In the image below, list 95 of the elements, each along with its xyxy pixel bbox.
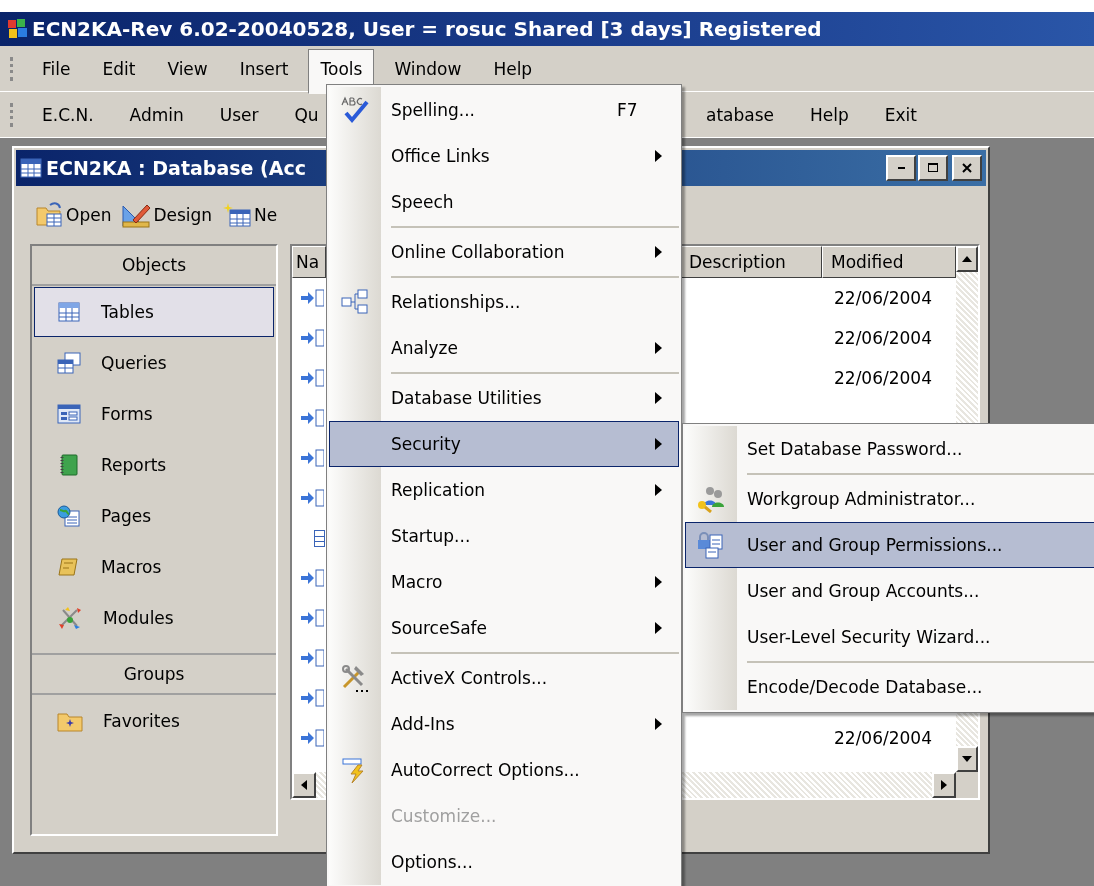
table-cell: 22/06/2004 [834,288,932,308]
toolbar-button[interactable]: E.C.N. [30,96,106,133]
relationships-icon [341,289,369,315]
scrollbar-corner [956,772,978,798]
menu-item[interactable]: Security [329,421,679,467]
menu-item[interactable]: User-Level Security Wizard... [685,614,1094,660]
down-caret-icon [962,756,972,762]
up-caret-icon [962,256,972,262]
key-people-icon [696,485,726,513]
table-cell: 22/06/2004 [834,728,932,748]
toolbar-button[interactable]: Exit [872,96,929,133]
linked-table-icon [300,488,324,508]
scroll-right-button[interactable] [932,772,956,798]
linked-table-icon [300,728,324,748]
menu-item[interactable]: SourceSafe [329,605,679,651]
column-header[interactable]: Modified [822,246,956,278]
hammer-wrench-icon [340,663,370,693]
group-item[interactable]: Favorites [34,696,274,746]
menu-item[interactable]: User and Group Accounts... [685,568,1094,614]
toolbar-button[interactable]: User [207,96,271,133]
right-caret-icon [941,780,947,790]
menu-item[interactable]: Macro [329,559,679,605]
object-type-item[interactable]: Macros [34,542,274,592]
form-icon [57,403,81,425]
column-header[interactable]: Na [292,246,326,278]
section-header: Groups [32,653,276,695]
menu-bar-item[interactable]: Edit [90,48,148,89]
toolbar-button[interactable]: Open [34,198,114,232]
menu-item[interactable]: Relationships... [329,279,679,325]
minimize-button[interactable] [886,155,916,181]
globe-page-icon [57,505,81,527]
app-icon [6,17,30,41]
close-button[interactable] [952,155,982,181]
menu-item[interactable]: Startup... [329,513,679,559]
lock-documents-icon [696,531,726,559]
maximize-icon [927,162,939,174]
object-type-item[interactable]: Tables [34,287,274,337]
table-cell: 22/06/2004 [834,368,932,388]
minimize-icon [897,167,905,169]
menu-item[interactable]: Add-Ins [329,701,679,747]
linked-table-icon [300,648,324,668]
linked-table-icon [300,688,324,708]
toolbar-button[interactable]: Ne [220,198,280,232]
menu-item[interactable]: ActiveX Controls... [329,655,679,701]
shortcut-label: F7 [617,100,638,120]
linked-table-icon [300,368,324,388]
table-icon [20,158,42,178]
maximize-button[interactable] [918,155,948,181]
object-type-item[interactable]: Queries [34,338,274,388]
table-cell: 22/06/2004 [834,328,932,348]
menu-item[interactable]: Analyze [329,325,679,371]
new-table-icon [222,202,253,228]
menu-bar-item[interactable]: Insert [227,48,301,89]
object-type-item[interactable]: Reports [34,440,274,490]
ruler-pencil-icon [121,202,152,228]
window-title: ECN2KA-Rev 6.02-20040528, User = rosuc Shared [3 days] Registered [32,17,822,41]
object-type-item[interactable]: Pages [34,491,274,541]
scroll-up-button[interactable] [956,246,978,272]
close-icon [961,162,973,174]
toolbar-button[interactable]: atabase [694,96,787,133]
folder-star-icon [57,710,83,732]
menu-bar-item[interactable]: View [155,48,220,89]
scroll-down-button[interactable] [956,746,978,772]
folder-icon [36,202,64,228]
scroll-left-button[interactable] [292,772,316,798]
object-type-item[interactable]: Modules [34,593,274,643]
database-window-title: ECN2KA : Database (Acc [46,157,306,179]
menu-item[interactable]: Speech [329,179,679,225]
spell-check-icon [340,96,370,124]
toolbar-button[interactable]: Admin [117,96,196,133]
toolbar-button[interactable]: Design [119,198,215,232]
table-icon [57,301,81,323]
menu-item[interactable]: User and Group Permissions... [685,522,1094,568]
menu-bar-item[interactable]: File [30,48,83,89]
toolbar-button[interactable]: Help [798,96,861,133]
menu-item[interactable]: Online Collaboration [329,229,679,275]
object-type-item[interactable]: Forms [34,389,274,439]
menu-item[interactable]: Encode/Decode Database... [685,664,1094,710]
scroll-icon [57,556,81,578]
menu-item[interactable]: Office Links [329,133,679,179]
menu-item[interactable]: Workgroup Administrator... [685,476,1094,522]
menu-item[interactable]: AutoCorrect Options... [329,747,679,793]
left-caret-icon [301,780,307,790]
linked-table-icon [300,288,324,308]
menu-item[interactable]: Options... [329,839,679,885]
stacked-tables-icon [57,352,81,374]
menu-item[interactable]: Replication [329,467,679,513]
menu-item[interactable]: Set Database Password... [685,426,1094,472]
modules-icon [57,606,83,630]
linked-table-icon [300,568,324,588]
menu-item[interactable]: Database Utilities [329,375,679,421]
linked-table-icon [300,608,324,628]
linked-table-icon [300,408,324,428]
linked-table-icon [300,328,324,348]
linked-table-icon [300,448,324,468]
